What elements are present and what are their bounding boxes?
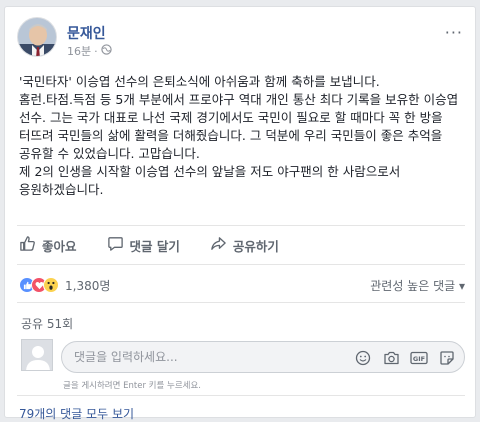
avatar-image bbox=[18, 18, 56, 56]
more-options-icon[interactable]: ··· bbox=[445, 23, 463, 42]
comment-icon bbox=[107, 235, 124, 255]
camera-icon[interactable] bbox=[382, 349, 400, 367]
divider bbox=[17, 395, 465, 396]
share-button[interactable]: 공유하기 bbox=[208, 231, 281, 259]
reaction-count[interactable]: 1,380명 bbox=[65, 277, 110, 294]
svg-text:GIF: GIF bbox=[413, 355, 425, 363]
user-avatar bbox=[21, 339, 53, 371]
author-name[interactable]: 문재인 bbox=[67, 23, 106, 43]
post-text: '국민타자' 이승엽 선수의 은퇴소식에 아쉬움과 함께 축하를 보냅니다. 홈… bbox=[19, 73, 465, 199]
post-actions: 좋아요 댓글 달기 공유하기 bbox=[17, 230, 465, 260]
like-button[interactable]: 좋아요 bbox=[17, 231, 79, 259]
comment-composer: GIF bbox=[21, 339, 465, 373]
author-avatar[interactable] bbox=[17, 17, 57, 57]
divider bbox=[17, 225, 465, 226]
post-meta: 16분 · bbox=[67, 43, 112, 59]
like-label: 좋아요 bbox=[42, 238, 77, 254]
post-text-line: 홈런.타점.득점 등 5개 부분에서 프로야구 역대 개인 통산 최다 기록을 … bbox=[19, 92, 459, 161]
separator-dot: · bbox=[94, 44, 98, 58]
globe-icon bbox=[100, 44, 112, 58]
post-text-line: 제 2의 인생을 시작할 이승엽 선수의 앞날을 저도 야구팬의 한 사람으로서… bbox=[19, 164, 401, 197]
share-arrow-icon bbox=[210, 235, 227, 255]
comment-hint: 글을 게시하려면 Enter 키를 누르세요. bbox=[63, 381, 201, 391]
share-count[interactable]: 공유 51회 bbox=[21, 315, 73, 332]
post-header: 문재인 16분 · ··· bbox=[17, 17, 465, 65]
divider bbox=[17, 264, 465, 265]
comment-label: 댓글 달기 bbox=[129, 238, 180, 254]
sticker-icon[interactable] bbox=[438, 349, 456, 367]
comment-sort-dropdown[interactable]: 관련성 높은 댓글 ▾ bbox=[370, 277, 465, 294]
comment-tools: GIF bbox=[354, 349, 456, 367]
thumbs-up-icon bbox=[19, 235, 36, 255]
divider bbox=[17, 302, 465, 303]
post-time[interactable]: 16분 bbox=[67, 43, 91, 59]
emoji-icon[interactable] bbox=[354, 349, 372, 367]
reactions-bar: 1,380명 관련성 높은 댓글 ▾ bbox=[19, 274, 465, 296]
post-text-line: '국민타자' 이승엽 선수의 은퇴소식에 아쉬움과 함께 축하를 보냅니다. bbox=[19, 74, 380, 89]
post-card: 문재인 16분 · ··· '국민타자' 이승엽 선수의 은퇴소식에 아쉬움과 … bbox=[4, 6, 476, 421]
wow-reaction-icon[interactable] bbox=[43, 277, 59, 293]
comment-button[interactable]: 댓글 달기 bbox=[105, 231, 182, 259]
share-label: 공유하기 bbox=[232, 238, 279, 254]
comment-input[interactable] bbox=[74, 348, 344, 366]
gif-icon[interactable]: GIF bbox=[410, 349, 428, 367]
comment-input-box[interactable]: GIF bbox=[61, 341, 465, 373]
view-all-comments-link[interactable]: 79개의 댓글 모두 보기 bbox=[19, 405, 134, 422]
